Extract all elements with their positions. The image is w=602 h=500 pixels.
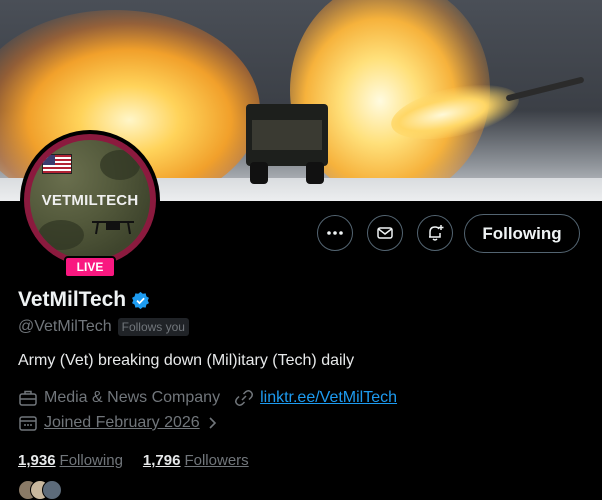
following-count: 1,936 (18, 452, 56, 469)
profile-link[interactable]: linktr.ee/VetMilTech (260, 389, 397, 407)
following-label: Following (59, 452, 123, 469)
handle-row: @VetMilTech Follows you (18, 318, 189, 336)
display-name: VetMilTech (18, 288, 127, 311)
followers-stat[interactable]: 1,796 Followers (143, 452, 249, 469)
truck-wheel (250, 162, 268, 184)
us-flag-icon (42, 154, 72, 174)
profile-meta-row: Media & News Company linktr.ee/VetMilTec… (18, 389, 397, 407)
drone-icon (92, 221, 134, 235)
notifications-button[interactable] (417, 215, 453, 251)
follows-you-badge: Follows you (117, 318, 189, 336)
truck-wheel (306, 162, 324, 184)
handle: @VetMilTech (18, 318, 112, 335)
chevron-right-icon (209, 417, 216, 429)
followed-by-avatars[interactable] (18, 480, 66, 500)
followers-label: Followers (184, 452, 249, 469)
bio: Army (Vet) breaking down (Mil)itary (Tec… (18, 352, 355, 369)
more-icon (327, 231, 343, 235)
follower-avatar (42, 480, 62, 500)
message-button[interactable] (367, 215, 403, 251)
camo-blot (100, 150, 140, 180)
name-row: VetMilTech (18, 288, 150, 312)
live-badge[interactable]: LIVE (64, 256, 116, 278)
joined-date[interactable]: Joined February 2026 (44, 414, 200, 432)
category-label: Media & News Company (44, 389, 221, 406)
rocket (505, 76, 585, 102)
launcher-truck (236, 98, 334, 186)
truck-grill (252, 120, 322, 150)
joined-row[interactable]: Joined February 2026 (18, 414, 226, 432)
following-button[interactable]: Following (464, 214, 580, 253)
following-stat[interactable]: 1,936 Following (18, 452, 123, 469)
follow-stats: 1,936 Following 1,796 Followers (18, 452, 269, 469)
avatar-brand-text: VETMILTECH (41, 192, 139, 209)
envelope-icon (377, 227, 393, 239)
verified-badge-icon[interactable] (131, 291, 150, 310)
calendar-icon (19, 416, 37, 431)
followers-count: 1,796 (142, 452, 181, 469)
more-button[interactable] (317, 215, 353, 251)
link-icon (235, 390, 254, 406)
briefcase-icon (19, 390, 37, 406)
bell-plus-icon (429, 225, 444, 241)
avatar[interactable]: VETMILTECH (30, 140, 150, 260)
camo-blot (38, 220, 84, 250)
